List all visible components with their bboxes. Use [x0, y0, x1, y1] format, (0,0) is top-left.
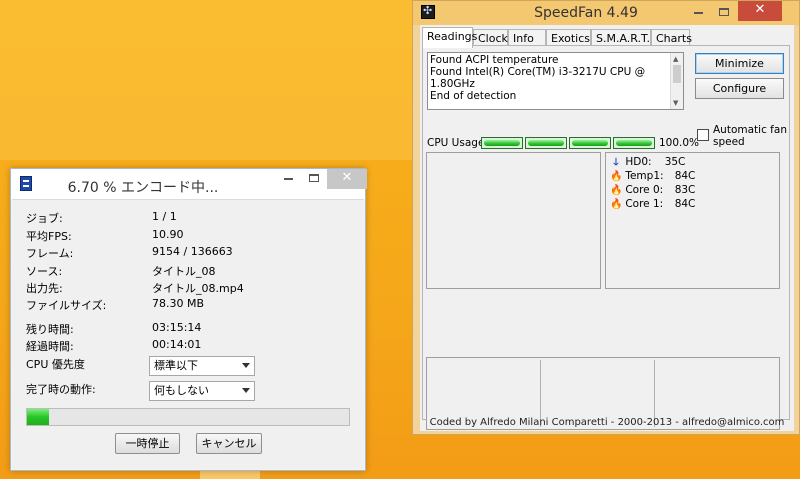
cpu-core-bar	[613, 137, 655, 149]
output-label: 出力先:	[26, 282, 63, 295]
flame-icon: 🔥	[610, 185, 623, 196]
maximize-icon	[309, 174, 319, 182]
tab-readings[interactable]: Readings	[422, 27, 477, 48]
temperatures-panel: 🡓 HD0: 35C 🔥 Temp1: 84C 🔥 Core 0: 83C 🔥 …	[605, 152, 780, 289]
encode-progress-window: 6.70 % エンコード中... ✕ ジョブ: 1 / 1 平均FPS: 10.…	[10, 168, 367, 471]
close-icon: ✕	[341, 170, 353, 185]
speedfan-window-title: SpeedFan 4.49	[534, 5, 638, 21]
close-icon: ✕	[754, 2, 766, 17]
readings-panel: Found ACPI temperature Found Intel(R) Co…	[422, 45, 790, 430]
source-value: タイトル_08	[152, 265, 216, 278]
file-size-value: 78.30 MB	[152, 297, 205, 310]
temp-name: Core 1:	[625, 198, 664, 210]
cpu-core-bar	[525, 137, 567, 149]
close-button[interactable]: ✕	[738, 1, 782, 21]
cpu-usage-percent: 100.0%	[659, 137, 700, 149]
encode-titlebar[interactable]: 6.70 % エンコード中... ✕	[11, 169, 367, 199]
source-label: ソース:	[26, 265, 63, 278]
scroll-up-icon: ▲	[673, 55, 679, 63]
cpu-priority-label: CPU 優先度	[26, 358, 85, 371]
cpu-core-bar	[481, 137, 523, 149]
chevron-down-icon	[242, 388, 250, 393]
temp-row-temp1: 🔥 Temp1: 84C	[610, 169, 695, 183]
avg-fps-label: 平均FPS:	[26, 230, 72, 243]
temp-row-core0: 🔥 Core 0: 83C	[610, 183, 695, 197]
log-line: Found Intel(R) Core(TM) i3-3217U CPU @ 1…	[430, 66, 646, 90]
cpu-core-fill	[484, 140, 520, 146]
temp-value: 84C	[674, 198, 696, 210]
cpu-core-fill	[528, 140, 564, 146]
encode-progress-bar	[26, 408, 350, 426]
file-size-label: ファイルサイズ:	[26, 299, 107, 312]
temp-name: Core 0:	[625, 184, 664, 196]
encode-progress-fill	[27, 409, 49, 425]
remaining-time-value: 03:15:14	[152, 321, 202, 334]
automatic-fan-speed-label: Automatic fan speed	[713, 124, 787, 148]
cancel-button[interactable]: キャンセル	[196, 433, 262, 454]
cpu-core-fill	[572, 140, 608, 146]
avg-fps-value: 10.90	[152, 228, 184, 241]
fan-speeds-panel	[426, 152, 601, 289]
maximize-button[interactable]	[301, 169, 327, 189]
speedfan-window: SpeedFan 4.49 ✕ Readings Clock Info Exot…	[412, 0, 800, 435]
output-value: タイトル_08.mp4	[152, 282, 244, 295]
flame-icon: 🔥	[610, 199, 623, 210]
on-complete-value: 何もしない	[154, 384, 209, 397]
cpu-core-bar	[569, 137, 611, 149]
encode-body: ジョブ: 1 / 1 平均FPS: 10.90 フレーム: 9154 / 136…	[12, 199, 364, 469]
configure-button[interactable]: Configure	[695, 78, 784, 99]
temp-value: 83C	[674, 184, 696, 196]
log-scrollbar[interactable]: ▲ ▼	[670, 53, 683, 109]
log-line: Found ACPI temperature	[430, 54, 559, 66]
on-complete-select[interactable]: 何もしない	[149, 381, 255, 401]
frames-value: 9154 / 136663	[152, 245, 233, 258]
frames-label: フレーム:	[26, 247, 74, 260]
encode-window-title: 6.70 % エンコード中...	[67, 180, 219, 196]
cpu-usage-label: CPU Usage	[427, 137, 485, 149]
on-complete-label: 完了時の動作:	[26, 383, 96, 396]
log-line: End of detection	[430, 90, 517, 102]
temp-row-hd0: 🡓 HD0: 35C	[610, 155, 685, 169]
elapsed-time-value: 00:14:01	[152, 338, 202, 351]
remaining-time-label: 残り時間:	[26, 323, 74, 336]
minimize-icon	[283, 177, 293, 180]
temp-name: HD0:	[625, 156, 652, 168]
minimize-button[interactable]	[275, 169, 301, 189]
speedfan-client: Readings Clock Info Exotics S.M.A.R.T. C…	[420, 25, 794, 431]
maximize-button[interactable]	[711, 3, 737, 23]
speedfan-titlebar[interactable]: SpeedFan 4.49 ✕	[413, 1, 799, 25]
cpu-priority-select[interactable]: 標準以下	[149, 356, 255, 376]
detection-log[interactable]: Found ACPI temperature Found Intel(R) Co…	[427, 52, 684, 110]
cpu-core-fill	[616, 140, 652, 146]
maximize-icon	[719, 8, 729, 16]
minimize-icon	[693, 11, 703, 14]
job-label: ジョブ:	[26, 212, 63, 225]
chevron-down-icon	[242, 363, 250, 368]
credits-footer: Coded by Alfredo Milani Comparetti - 200…	[429, 417, 785, 428]
fan-icon	[421, 4, 435, 19]
minimize-button[interactable]	[685, 3, 711, 23]
minimize-app-button[interactable]: Minimize	[695, 53, 784, 74]
temp-value: 84C	[674, 170, 696, 182]
cpu-priority-value: 標準以下	[154, 359, 198, 372]
temp-row-core1: 🔥 Core 1: 84C	[610, 197, 695, 211]
elapsed-time-label: 経過時間:	[26, 340, 74, 353]
scroll-thumb[interactable]	[673, 65, 681, 83]
flame-icon: 🔥	[610, 171, 623, 182]
scroll-down-icon: ▼	[673, 99, 679, 107]
arrow-down-icon: 🡓	[613, 157, 619, 168]
temp-name: Temp1:	[625, 170, 664, 182]
pause-button[interactable]: 一時停止	[115, 433, 180, 454]
temp-value: 35C	[664, 156, 686, 168]
close-button[interactable]: ✕	[327, 169, 367, 189]
job-value: 1 / 1	[152, 210, 177, 223]
